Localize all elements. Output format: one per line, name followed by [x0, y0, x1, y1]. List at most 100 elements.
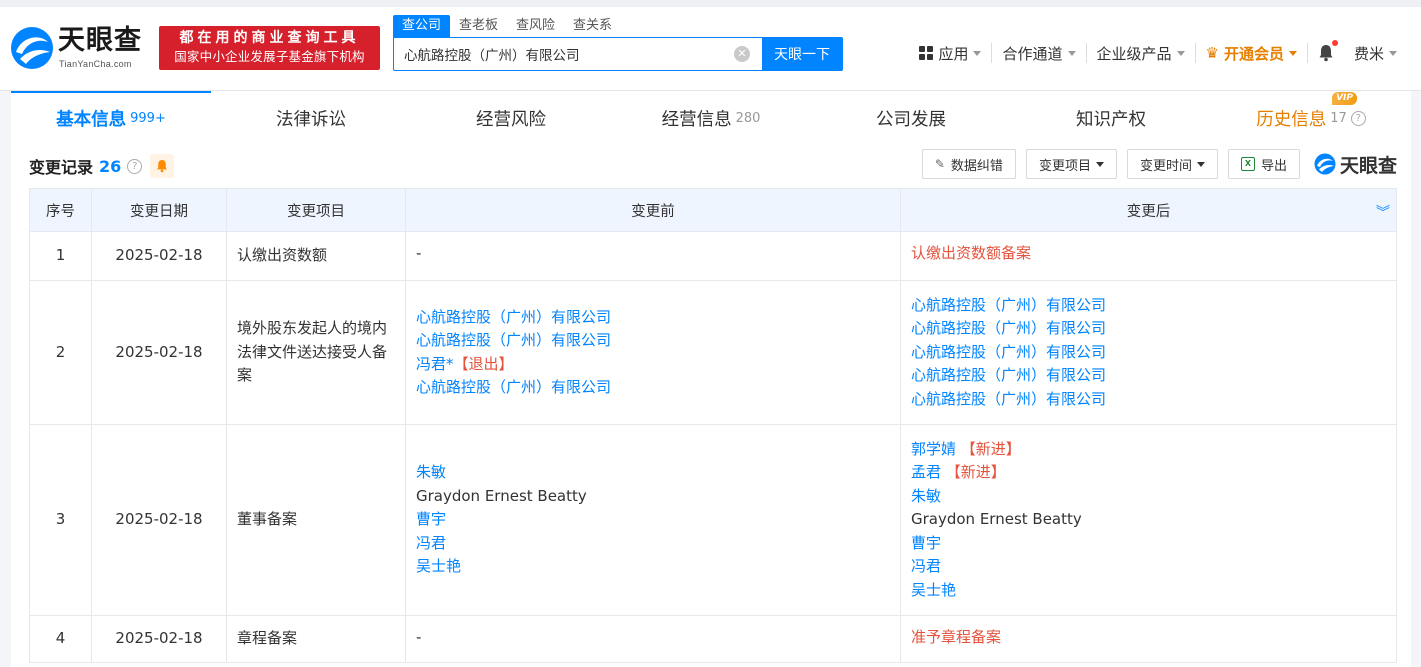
change-item-filter-label: 变更项目 [1038, 158, 1091, 174]
nav-channel[interactable]: 合作通道 [992, 43, 1087, 63]
tab-legal[interactable]: 法律诉讼 [211, 91, 411, 145]
data-correct-button[interactable]: ✎ 数据纠错 [921, 149, 1016, 179]
logo-mark-icon [11, 27, 53, 69]
after-line[interactable]: 心航路控股（广州）有限公司 [911, 317, 1386, 341]
change-time-filter[interactable]: 变更时间 [1126, 149, 1218, 179]
entity-link[interactable]: 心航路控股（广州）有限公司 [911, 319, 1106, 337]
bell-icon [157, 160, 168, 173]
nav-vip[interactable]: ♛ 开通会员 [1196, 43, 1308, 63]
search-tab-company[interactable]: 查公司 [393, 15, 451, 37]
before-line[interactable]: 冯君*【退出】 [416, 353, 890, 377]
change-item-filter[interactable]: 变更项目 [1025, 149, 1117, 179]
entity-link[interactable]: 冯君 [911, 557, 941, 575]
table-row: 4 2025-02-18 章程备案 - 准予章程备案 [29, 615, 1397, 663]
clear-search-icon[interactable]: ✕ [732, 38, 752, 70]
after-line[interactable]: 冯君 [911, 555, 1386, 579]
entity-link[interactable]: 心航路控股（广州）有限公司 [911, 343, 1106, 361]
value-text: 认缴出资数额备案 [911, 244, 1032, 262]
apps-grid-icon [919, 46, 934, 60]
tab-basic-info[interactable]: 基本信息 999+ [11, 91, 211, 145]
top-header: 天眼查 TianYanCha.com 都在用的商业查询工具 国家中小企业发展子基… [0, 0, 1421, 91]
after-line[interactable]: 心航路控股（广州）有限公司 [911, 364, 1386, 388]
after-line[interactable]: 朱敏 [911, 485, 1386, 509]
after-line[interactable]: 郭学婧 【新进】 [911, 438, 1386, 462]
tab-development[interactable]: 公司发展 [811, 91, 1011, 145]
entity-link[interactable]: 郭学婧 [911, 440, 961, 458]
before-line[interactable]: 心航路控股（广州）有限公司 [416, 329, 890, 353]
notification-button[interactable] [1308, 40, 1344, 63]
before-line[interactable]: 曹宇 [416, 508, 890, 532]
bell-icon [1319, 45, 1333, 62]
entity-link[interactable]: 朱敏 [416, 463, 446, 481]
entity-link[interactable]: 朱敏 [911, 487, 941, 505]
help-icon[interactable]: ? [127, 158, 143, 174]
before-line[interactable]: 吴士艳 [416, 555, 890, 579]
tab-label: 经营信息 [661, 109, 732, 130]
value-text: - [416, 628, 422, 646]
export-label: 导出 [1260, 158, 1287, 174]
cell-item: 董事备案 [226, 424, 406, 616]
tab-label: 历史信息 [1256, 109, 1327, 130]
entity-link[interactable]: 吴士艳 [911, 581, 956, 599]
search-tab-boss[interactable]: 查老板 [450, 15, 507, 37]
entity-link[interactable]: 心航路控股（广州）有限公司 [416, 331, 611, 349]
tab-history[interactable]: VIP 历史信息 17 ? [1211, 91, 1411, 145]
value-text: - [416, 244, 422, 262]
cell-item: 境外股东发起人的境内法律文件送达接受人备案 [226, 280, 406, 425]
entity-link[interactable]: 心航路控股（广州）有限公司 [416, 308, 611, 326]
chevron-down-icon [1288, 50, 1297, 56]
after-line[interactable]: 心航路控股（广州）有限公司 [911, 341, 1386, 365]
cell-before: - [405, 615, 901, 663]
search-button[interactable]: 天眼一下 [762, 38, 842, 70]
entity-link[interactable]: 心航路控股（广州）有限公司 [911, 296, 1106, 314]
nav-enterprise[interactable]: 企业级产品 [1087, 43, 1196, 63]
before-line[interactable]: 心航路控股（广州）有限公司 [416, 376, 890, 400]
expand-all-icon[interactable]: ︾ [1376, 202, 1390, 222]
after-line: Graydon Ernest Beatty [911, 508, 1386, 532]
entity-link[interactable]: 冯君* [416, 355, 454, 373]
search-tab-relation[interactable]: 查关系 [564, 15, 621, 37]
subscribe-button[interactable] [150, 154, 175, 178]
after-line[interactable]: 吴士艳 [911, 579, 1386, 603]
nav-apps[interactable]: 应用 [909, 43, 993, 63]
after-line[interactable]: 心航路控股（广州）有限公司 [911, 388, 1386, 412]
before-line[interactable]: 冯君 [416, 532, 890, 556]
search-input[interactable] [394, 38, 732, 70]
value-text: Graydon Ernest Beatty [911, 510, 1082, 529]
logo-text: 天眼查 [58, 25, 142, 56]
export-button[interactable]: X 导出 [1227, 149, 1300, 179]
before-line[interactable]: 朱敏 [416, 461, 890, 485]
entity-link[interactable]: 冯君 [416, 534, 446, 552]
tab-risk[interactable]: 经营风险 [411, 91, 611, 145]
after-line[interactable]: 曹宇 [911, 532, 1386, 556]
before-line[interactable]: 心航路控股（广州）有限公司 [416, 306, 890, 330]
col-header-item: 变更项目 [226, 188, 406, 232]
tab-count: 280 [735, 110, 761, 126]
section-title: 变更记录 26 ? [29, 151, 175, 181]
entity-link[interactable]: 心航路控股（广州）有限公司 [911, 366, 1106, 384]
tab-ip[interactable]: 知识产权 [1011, 91, 1211, 145]
edit-doc-icon: ✎ [934, 157, 945, 171]
entity-link[interactable]: 曹宇 [911, 534, 941, 552]
entity-link[interactable]: 吴士艳 [416, 557, 461, 575]
cell-date: 2025-02-18 [91, 231, 227, 281]
logo-subtitle: TianYanCha.com [59, 59, 132, 69]
entity-link[interactable]: 心航路控股（广州）有限公司 [416, 378, 611, 396]
tianyancha-logo[interactable]: 天眼查 TianYanCha.com [10, 24, 152, 74]
cell-after: 准予章程备案 [900, 615, 1397, 663]
entity-link[interactable]: 心航路控股（广州）有限公司 [911, 390, 1106, 408]
after-line[interactable]: 心航路控股（广州）有限公司 [911, 294, 1386, 318]
table-row: 2 2025-02-18 境外股东发起人的境内法律文件送达接受人备案 心航路控股（广州… [29, 280, 1397, 425]
nav-user[interactable]: 费米 [1344, 43, 1407, 63]
search-tab-risk[interactable]: 查风险 [507, 15, 564, 37]
help-icon[interactable]: ? [1350, 110, 1366, 126]
change-records-table: 序号 变更日期 变更项目 变更前 变更后 ︾ 1 2025-02-18 认缴出资数额… [29, 188, 1397, 663]
tab-business-info[interactable]: 经营信息 280 [611, 91, 811, 145]
vip-badge: VIP [1332, 92, 1357, 105]
entity-link[interactable]: 孟君 [911, 463, 946, 481]
after-line[interactable]: 孟君 【新进】 [911, 461, 1386, 485]
entity-link[interactable]: 曹宇 [416, 510, 446, 528]
logo-mark-icon [1314, 153, 1336, 175]
cell-no: 2 [29, 280, 92, 425]
nav-user-label: 费米 [1353, 44, 1384, 63]
